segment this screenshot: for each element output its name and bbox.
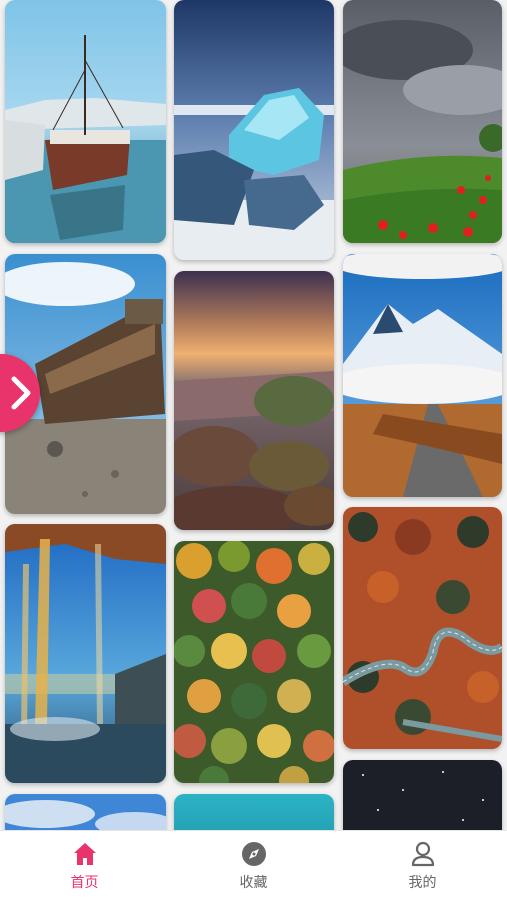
tab-home-label: 首页 — [70, 874, 99, 891]
wallpaper-card-storm-field-poppies[interactable] — [343, 0, 502, 243]
wallpaper-card-autumn-forest-aerial[interactable] — [174, 541, 334, 783]
compass-icon — [241, 841, 267, 867]
wallpaper-card-partial-1[interactable] — [5, 794, 166, 830]
tab-favorites-label: 收藏 — [239, 874, 268, 891]
tab-home[interactable]: 首页 — [0, 831, 169, 901]
bottom-tab-bar: 首页 收藏 我的 — [0, 830, 507, 901]
tab-profile-label: 我的 — [408, 874, 437, 891]
chevron-right-icon — [11, 376, 31, 410]
wallpaper-card-winding-road-forest[interactable] — [343, 507, 502, 749]
wallpaper-card-partial-2[interactable] — [174, 794, 334, 830]
wallpaper-card-sunset-rocky-coast[interactable] — [174, 271, 334, 530]
user-icon — [411, 841, 435, 867]
wallpaper-card-partial-3[interactable] — [343, 760, 502, 830]
home-icon — [72, 841, 98, 867]
wallpaper-card-snow-mountain-road[interactable] — [343, 254, 502, 497]
wallpaper-card-boats-harbor[interactable] — [5, 0, 166, 243]
wallpaper-grid — [0, 0, 507, 830]
tab-favorites[interactable]: 收藏 — [169, 831, 338, 901]
wallpaper-card-iceberg[interactable] — [174, 0, 334, 260]
tab-profile[interactable]: 我的 — [338, 831, 507, 901]
wallpaper-card-waterfall-cave[interactable] — [5, 524, 166, 783]
